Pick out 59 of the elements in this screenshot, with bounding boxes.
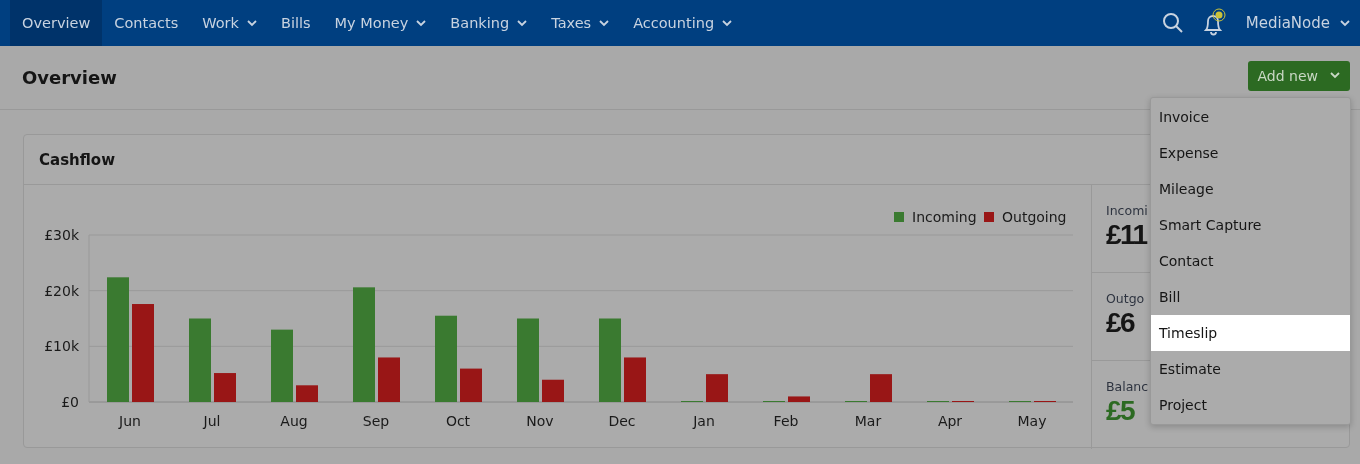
axis-label: Oct [445, 413, 471, 429]
legend-swatch [894, 212, 904, 222]
menu-item[interactable]: Project [1151, 387, 1350, 423]
axis-label: Sep [362, 413, 390, 429]
axis-label: £20k [44, 282, 79, 299]
legend-label: Outgoing [1002, 209, 1067, 225]
menu-item[interactable]: Mileage [1151, 171, 1350, 207]
page-title: Overview [22, 67, 117, 88]
nav-tab[interactable]: Overview [10, 0, 103, 46]
nav-tab[interactable]: Contacts [102, 0, 191, 46]
nav-tab[interactable]: Work [190, 0, 269, 46]
axis-label: Jun [119, 413, 141, 429]
nav-tab[interactable]: Banking [438, 0, 540, 46]
legend-label: Incoming [912, 209, 977, 225]
axis-label: £10k [44, 338, 79, 355]
stat-value: £5 [1106, 394, 1135, 428]
menu-item[interactable]: Bill [1151, 279, 1350, 315]
axis-label: £30k [44, 227, 79, 243]
caret-icon [1340, 19, 1350, 27]
bar [378, 357, 400, 402]
menu-item[interactable]: Timeslip [1151, 315, 1350, 351]
menu-item[interactable]: Invoice [1151, 99, 1350, 135]
stat-label: Balanc [1106, 379, 1149, 394]
axis-label: Aug [280, 413, 308, 429]
axis-label: Mar [854, 413, 882, 429]
nav-tab[interactable]: My Money [322, 0, 439, 46]
bar [460, 368, 482, 402]
caret-icon [1330, 72, 1340, 79]
card-title: Cashflow [39, 150, 116, 169]
menu-item[interactable]: Estimate [1151, 351, 1350, 387]
stat-value: £6 [1106, 306, 1135, 340]
axis-label: Jul [203, 413, 221, 429]
add-new-button[interactable]: Add new [1247, 60, 1350, 91]
stat-label: Incomi [1106, 203, 1148, 218]
menu-item[interactable]: Expense [1151, 135, 1350, 171]
nav-tab[interactable]: Accounting [621, 0, 745, 46]
nav-tab[interactable]: Bills [268, 0, 323, 46]
axis-label: Feb [773, 413, 799, 429]
axis-label: Nov [526, 413, 554, 429]
bar [788, 396, 810, 402]
axis-label: Dec [608, 413, 636, 429]
stat-label: Outgo [1106, 291, 1145, 306]
account-menu[interactable]: MediaNode [1245, 0, 1360, 46]
bar [542, 379, 564, 402]
stat-value: £11 [1106, 218, 1147, 252]
menu-item[interactable]: Contact [1151, 243, 1350, 279]
axis-label: Jan [693, 413, 715, 429]
bar [624, 357, 646, 402]
bar [870, 374, 892, 402]
legend-swatch [984, 212, 994, 222]
search-icon[interactable] [1161, 12, 1184, 34]
menu-item[interactable]: Smart Capture [1151, 207, 1350, 243]
bar [296, 385, 318, 402]
nav-tab[interactable]: Taxes [539, 0, 622, 46]
axis-label: May [1017, 413, 1047, 429]
axis-label: £0 [61, 394, 79, 410]
bar [214, 373, 236, 402]
axis-label: Apr [937, 413, 963, 429]
bar [706, 374, 728, 402]
